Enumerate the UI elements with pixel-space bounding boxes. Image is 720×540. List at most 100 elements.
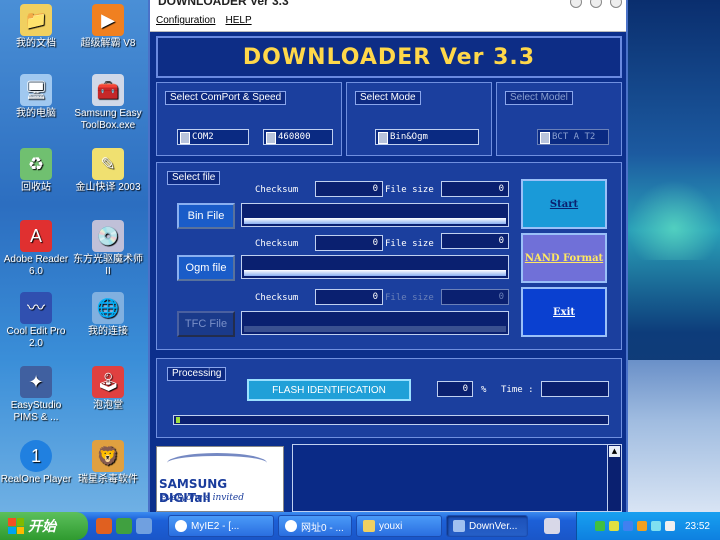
tray-volume-icon[interactable] — [664, 521, 675, 531]
browser-icon — [175, 520, 187, 532]
wallpaper-snow — [628, 360, 720, 512]
toolbox-icon: 🧰 — [92, 74, 124, 106]
ogm-file-path[interactable] — [241, 255, 509, 279]
ogm-checksum-label: Checksum — [255, 239, 299, 249]
translator-icon: ✎ — [92, 148, 124, 180]
bin-filesize-label: File size — [385, 185, 434, 195]
tray-upload-icon[interactable] — [608, 521, 619, 531]
file-panel: Select file Checksum 0 File size 0 Bin F… — [156, 162, 622, 350]
time-value — [541, 381, 609, 397]
desktop-icon-translator[interactable]: ✎ 金山快译 2003 — [72, 148, 144, 194]
exit-button[interactable]: Exit — [521, 287, 607, 337]
progress-percent: 0 — [437, 381, 473, 397]
folder-icon — [363, 520, 375, 532]
lion-icon: 🦁 — [92, 440, 124, 472]
maximize-icon[interactable] — [590, 0, 602, 8]
close-icon[interactable] — [610, 0, 622, 8]
progress-fill — [176, 417, 180, 423]
desktop-icon-realone[interactable]: 1 RealOne Player — [0, 440, 72, 486]
pdf-icon: A — [20, 220, 52, 252]
tfc-filesize-label: File size — [385, 293, 434, 303]
mode-legend: Select Mode — [355, 91, 421, 105]
network-icon: 🌐 — [92, 292, 124, 324]
desktop-icon-media-player[interactable]: ▶ 超级解霸 V8 — [72, 4, 144, 50]
audio-editor-icon: 〰 — [20, 292, 52, 324]
desktop-icon-virtual-drive[interactable]: 💿 东方光驱魔术师II — [72, 220, 144, 278]
menu-help[interactable]: HELP — [225, 15, 251, 26]
tray-display-icon[interactable] — [650, 521, 661, 531]
log-scrollbar[interactable]: ▲ — [607, 445, 621, 511]
system-tray: 23:52 — [576, 512, 720, 540]
title-bar[interactable]: DOWNLOADER Ver 3.3 — [150, 0, 626, 10]
bin-filesize-value: 0 — [441, 181, 509, 197]
desktop-icon-adobe-reader[interactable]: A Adobe Reader 6.0 — [0, 220, 72, 278]
taskbar: 开始 MyIE2 - [... 网址0 - ... youxi DownVer.… — [0, 512, 720, 540]
tray-ie-icon[interactable] — [622, 521, 633, 531]
tfc-file-path — [241, 311, 509, 335]
joystick-icon: 🕹 — [92, 366, 124, 398]
web-icon — [285, 520, 297, 532]
tray-antivirus-icon[interactable] — [636, 521, 647, 531]
clock[interactable]: 23:52 — [685, 521, 710, 532]
wallpaper-aurora — [628, 180, 720, 260]
time-label: Time : — [501, 385, 534, 395]
task-youxi[interactable]: youxi — [356, 515, 442, 537]
desktop-icon-easystudio[interactable]: ✦ EasyStudio PIMS & ... — [0, 366, 72, 424]
model-select: BCT A T2 — [537, 129, 609, 145]
bin-file-path[interactable] — [241, 203, 509, 227]
desktop-icon-antivirus[interactable]: 🦁 瑞星杀毒软件 — [72, 440, 144, 486]
keyboard-icon[interactable] — [544, 518, 560, 534]
processing-legend: Processing — [167, 367, 227, 381]
ogm-checksum-value: 0 — [315, 235, 383, 251]
quicklaunch-media-icon[interactable] — [116, 518, 132, 534]
bin-file-button[interactable]: Bin File — [177, 203, 235, 229]
log-output[interactable]: ▲ — [292, 444, 622, 512]
task-myie2[interactable]: MyIE2 - [... — [168, 515, 274, 537]
task-url[interactable]: 网址0 - ... — [278, 515, 352, 537]
flash-identification-button[interactable]: FLASH IDENTIFICATION — [247, 379, 411, 401]
menu-bar: Configuration HELP — [150, 10, 626, 32]
desktop-icon-my-documents[interactable]: 📁 我的文档 — [0, 4, 72, 50]
start-button[interactable]: Start — [521, 179, 607, 229]
menu-configuration[interactable]: Configuration — [156, 15, 215, 26]
desktop-icon-samsung-toolbox[interactable]: 🧰 Samsung Easy ToolBox.exe — [72, 74, 144, 132]
scroll-up-icon[interactable]: ▲ — [609, 446, 620, 457]
desktop-icon-cool-edit[interactable]: 〰 Cool Edit Pro 2.0 — [0, 292, 72, 350]
desktop-icon-game[interactable]: 🕹 泡泡堂 — [72, 366, 144, 412]
bin-checksum-label: Checksum — [255, 185, 299, 195]
tfc-checksum-label: Checksum — [255, 293, 299, 303]
start-button-taskbar[interactable]: 开始 — [0, 512, 88, 540]
desktop-icon-recycle-bin[interactable]: ♻ 回收站 — [0, 148, 72, 194]
model-panel: Select Model BCT A T2 — [496, 82, 622, 156]
tray-network-icon[interactable] — [594, 521, 605, 531]
app-header: DOWNLOADER Ver 3.3 — [156, 36, 622, 78]
folder-icon: 📁 — [20, 4, 52, 36]
quicklaunch-browser-icon[interactable] — [96, 518, 112, 534]
progress-bar — [173, 415, 609, 425]
comport-panel: Select ComPort & Speed COM2 460800 — [156, 82, 342, 156]
recycle-bin-icon: ♻ — [20, 148, 52, 180]
tfc-checksum-value: 0 — [315, 289, 383, 305]
quicklaunch-desktop-icon[interactable] — [136, 518, 152, 534]
tfc-file-button: TFC File — [177, 311, 235, 337]
ogm-file-button[interactable]: Ogm file — [177, 255, 235, 281]
computer-icon: 🖥 — [20, 74, 52, 106]
desktop-icon-my-computer[interactable]: 🖥 我的电脑 — [0, 74, 72, 120]
mode-select[interactable]: Bin&Ogm — [375, 129, 479, 145]
downloader-window: DOWNLOADER Ver 3.3 Configuration HELP DO… — [148, 0, 628, 512]
percent-unit: % — [481, 385, 487, 395]
minimize-icon[interactable] — [570, 0, 582, 8]
bin-checksum-value: 0 — [315, 181, 383, 197]
task-downloader[interactable]: DownVer... — [446, 515, 528, 537]
speed-select[interactable]: 460800 — [263, 129, 333, 145]
samsung-logo: SAMSUNG DIGITall everyone's invited — [156, 446, 284, 512]
nand-format-button[interactable]: NAND Format — [521, 233, 607, 283]
studio-icon: ✦ — [20, 366, 52, 398]
app-icon — [453, 520, 465, 532]
model-legend: Select Model — [505, 91, 573, 105]
window-title: DOWNLOADER Ver 3.3 — [158, 0, 289, 8]
comport-legend: Select ComPort & Speed — [165, 91, 287, 105]
comport-select[interactable]: COM2 — [177, 129, 249, 145]
logo-swoosh-icon — [167, 453, 267, 473]
desktop-icon-connections[interactable]: 🌐 我的连接 — [72, 292, 144, 338]
